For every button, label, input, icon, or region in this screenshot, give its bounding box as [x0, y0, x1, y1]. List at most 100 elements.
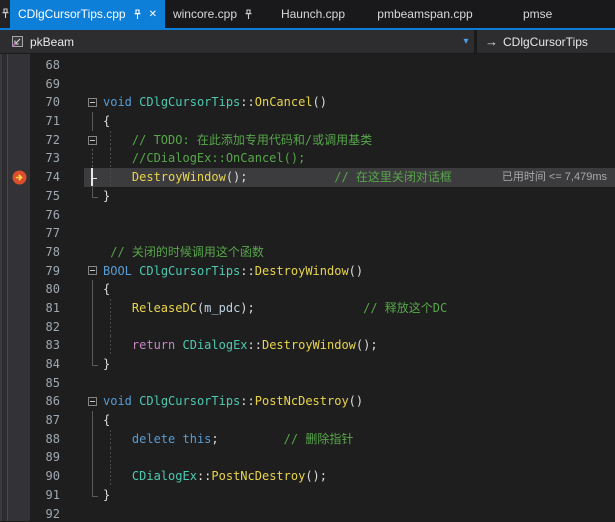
tab-haunch-cpp[interactable]: Haunch.cpp	[261, 0, 365, 28]
outline-margin-cell	[87, 280, 101, 299]
line-number: 79	[30, 262, 66, 281]
collapse-toggle-icon[interactable]	[88, 98, 97, 107]
glyph-margin-cell[interactable]	[8, 112, 30, 131]
glyph-margin-cell[interactable]	[8, 505, 30, 522]
perf-tip[interactable]: 已用时间 <= 7,479ms	[502, 168, 615, 187]
glyph-margin-cell[interactable]	[8, 75, 30, 94]
code-token: ::	[197, 469, 211, 483]
line-number: 80	[30, 280, 66, 299]
outline-margin-cell	[87, 243, 101, 262]
pinned-tab-edge[interactable]	[0, 0, 10, 28]
tab-wincore-cpp[interactable]: wincore.cpp	[165, 0, 261, 28]
outline-margin-cell	[87, 505, 101, 522]
outline-margin-cell	[87, 355, 101, 374]
code-token	[175, 338, 182, 352]
pin-icon[interactable]	[133, 9, 142, 20]
glyph-margin-cell[interactable]	[8, 411, 30, 430]
glyph-margin-cell[interactable]	[8, 430, 30, 449]
code-line: 72 // TODO: 在此添加专用代码和/或调用基类	[8, 131, 615, 150]
glyph-margin-cell[interactable]	[8, 318, 30, 337]
outline-margin-cell	[87, 224, 101, 243]
glyph-margin-cell[interactable]	[8, 262, 30, 281]
code-line: 80 {	[8, 280, 615, 299]
glyph-margin-cell[interactable]	[8, 206, 30, 225]
glyph-margin-cell[interactable]	[8, 299, 30, 318]
glyph-margin-cell[interactable]	[8, 355, 30, 374]
code-token	[103, 469, 132, 483]
line-number: 88	[30, 430, 66, 449]
outline-guide-line	[92, 411, 93, 430]
code-editor[interactable]: 686970void CDlgCursorTips::OnCancel()71{…	[0, 54, 615, 521]
code-text-cell: // TODO: 在此添加专用代码和/或调用基类	[101, 131, 615, 150]
code-text: //CDialogEx::OnCancel();	[103, 149, 305, 168]
line-number: 90	[30, 467, 66, 486]
code-token: PostNcDestroy	[211, 469, 305, 483]
code-text-cell: BOOL CDlgCursorTips::DestroyWindow()	[101, 262, 615, 281]
tab-label: pmse	[523, 7, 552, 22]
member-combo-label: CDlgCursorTips	[503, 35, 588, 49]
line-number: 76	[30, 206, 66, 225]
glyph-margin-cell[interactable]	[8, 280, 30, 299]
close-icon[interactable]: ✕	[149, 9, 157, 20]
code-text-cell: ReleaseDC(m_pdc); // 释放这个DC	[101, 299, 615, 318]
code-token	[103, 170, 132, 184]
outline-guide-end	[92, 486, 98, 497]
code-line: 77	[8, 224, 615, 243]
glyph-margin-cell[interactable]	[8, 392, 30, 411]
glyph-margin-cell[interactable]	[8, 56, 30, 75]
code-text-cell: //CDialogEx::OnCancel();	[101, 149, 615, 168]
member-combo[interactable]: → CDlgCursorTips	[477, 30, 615, 53]
margin-spacer	[66, 187, 87, 206]
code-token: CDlgCursorTips	[139, 264, 240, 278]
margin-spacer	[66, 149, 87, 168]
collapse-toggle-icon[interactable]	[88, 397, 97, 406]
collapse-toggle-icon[interactable]	[88, 266, 97, 275]
glyph-margin-cell[interactable]	[8, 336, 30, 355]
code-line: 82	[8, 318, 615, 337]
glyph-margin-cell[interactable]	[8, 448, 30, 467]
breakpoint-icon[interactable]	[12, 170, 27, 185]
code-text: {	[103, 112, 110, 131]
code-token: ::	[240, 394, 254, 408]
code-text: DestroyWindow(); // 在这里关闭对话框	[103, 168, 452, 187]
code-token	[255, 301, 363, 315]
glyph-margin-cell[interactable]	[8, 131, 30, 150]
scope-combo-label: pkBeam	[30, 35, 74, 49]
code-line: 68	[8, 56, 615, 75]
glyph-margin-cell[interactable]	[8, 93, 30, 112]
scope-combo[interactable]: pkBeam	[0, 30, 458, 53]
tab-pmse[interactable]: pmse	[485, 0, 615, 28]
glyph-margin-cell[interactable]	[8, 486, 30, 505]
glyph-margin-cell[interactable]	[8, 243, 30, 262]
glyph-margin-cell[interactable]	[8, 224, 30, 243]
line-number: 86	[30, 392, 66, 411]
indent-guide	[110, 318, 111, 337]
pin-icon[interactable]	[244, 9, 253, 20]
outline-margin-cell	[87, 299, 101, 318]
code-text-cell: delete this; // 删除指针	[101, 430, 615, 449]
tab-label: CDlgCursorTips.cpp	[18, 7, 126, 22]
code-token: DestroyWindow	[132, 170, 226, 184]
code-token: void	[103, 95, 132, 109]
code-text-cell: {	[101, 280, 615, 299]
scope-dropdown-button[interactable]: ▾	[458, 30, 474, 53]
code-text-cell: }	[101, 486, 615, 505]
glyph-margin-cell[interactable]	[8, 149, 30, 168]
collapse-toggle-icon[interactable]	[88, 136, 97, 145]
glyph-margin-cell[interactable]	[8, 187, 30, 206]
code-token	[103, 301, 132, 315]
code-token: );	[240, 301, 254, 315]
tab-label: wincore.cpp	[173, 7, 237, 22]
glyph-margin-cell[interactable]	[8, 168, 30, 187]
code-line: 70void CDlgCursorTips::OnCancel()	[8, 93, 615, 112]
code-text: void CDlgCursorTips::PostNcDestroy()	[103, 392, 363, 411]
code-token	[103, 338, 132, 352]
code-line: 71{	[8, 112, 615, 131]
tab-pmbeamspan-cpp[interactable]: pmbeamspan.cpp	[365, 0, 485, 28]
tab-label: pmbeamspan.cpp	[377, 7, 472, 22]
tab-cdlgcursortips-cpp[interactable]: CDlgCursorTips.cpp ✕	[10, 0, 165, 28]
glyph-margin-cell[interactable]	[8, 467, 30, 486]
glyph-margin-cell[interactable]	[8, 374, 30, 393]
code-text: }	[103, 355, 110, 374]
code-token: ;	[211, 432, 218, 446]
